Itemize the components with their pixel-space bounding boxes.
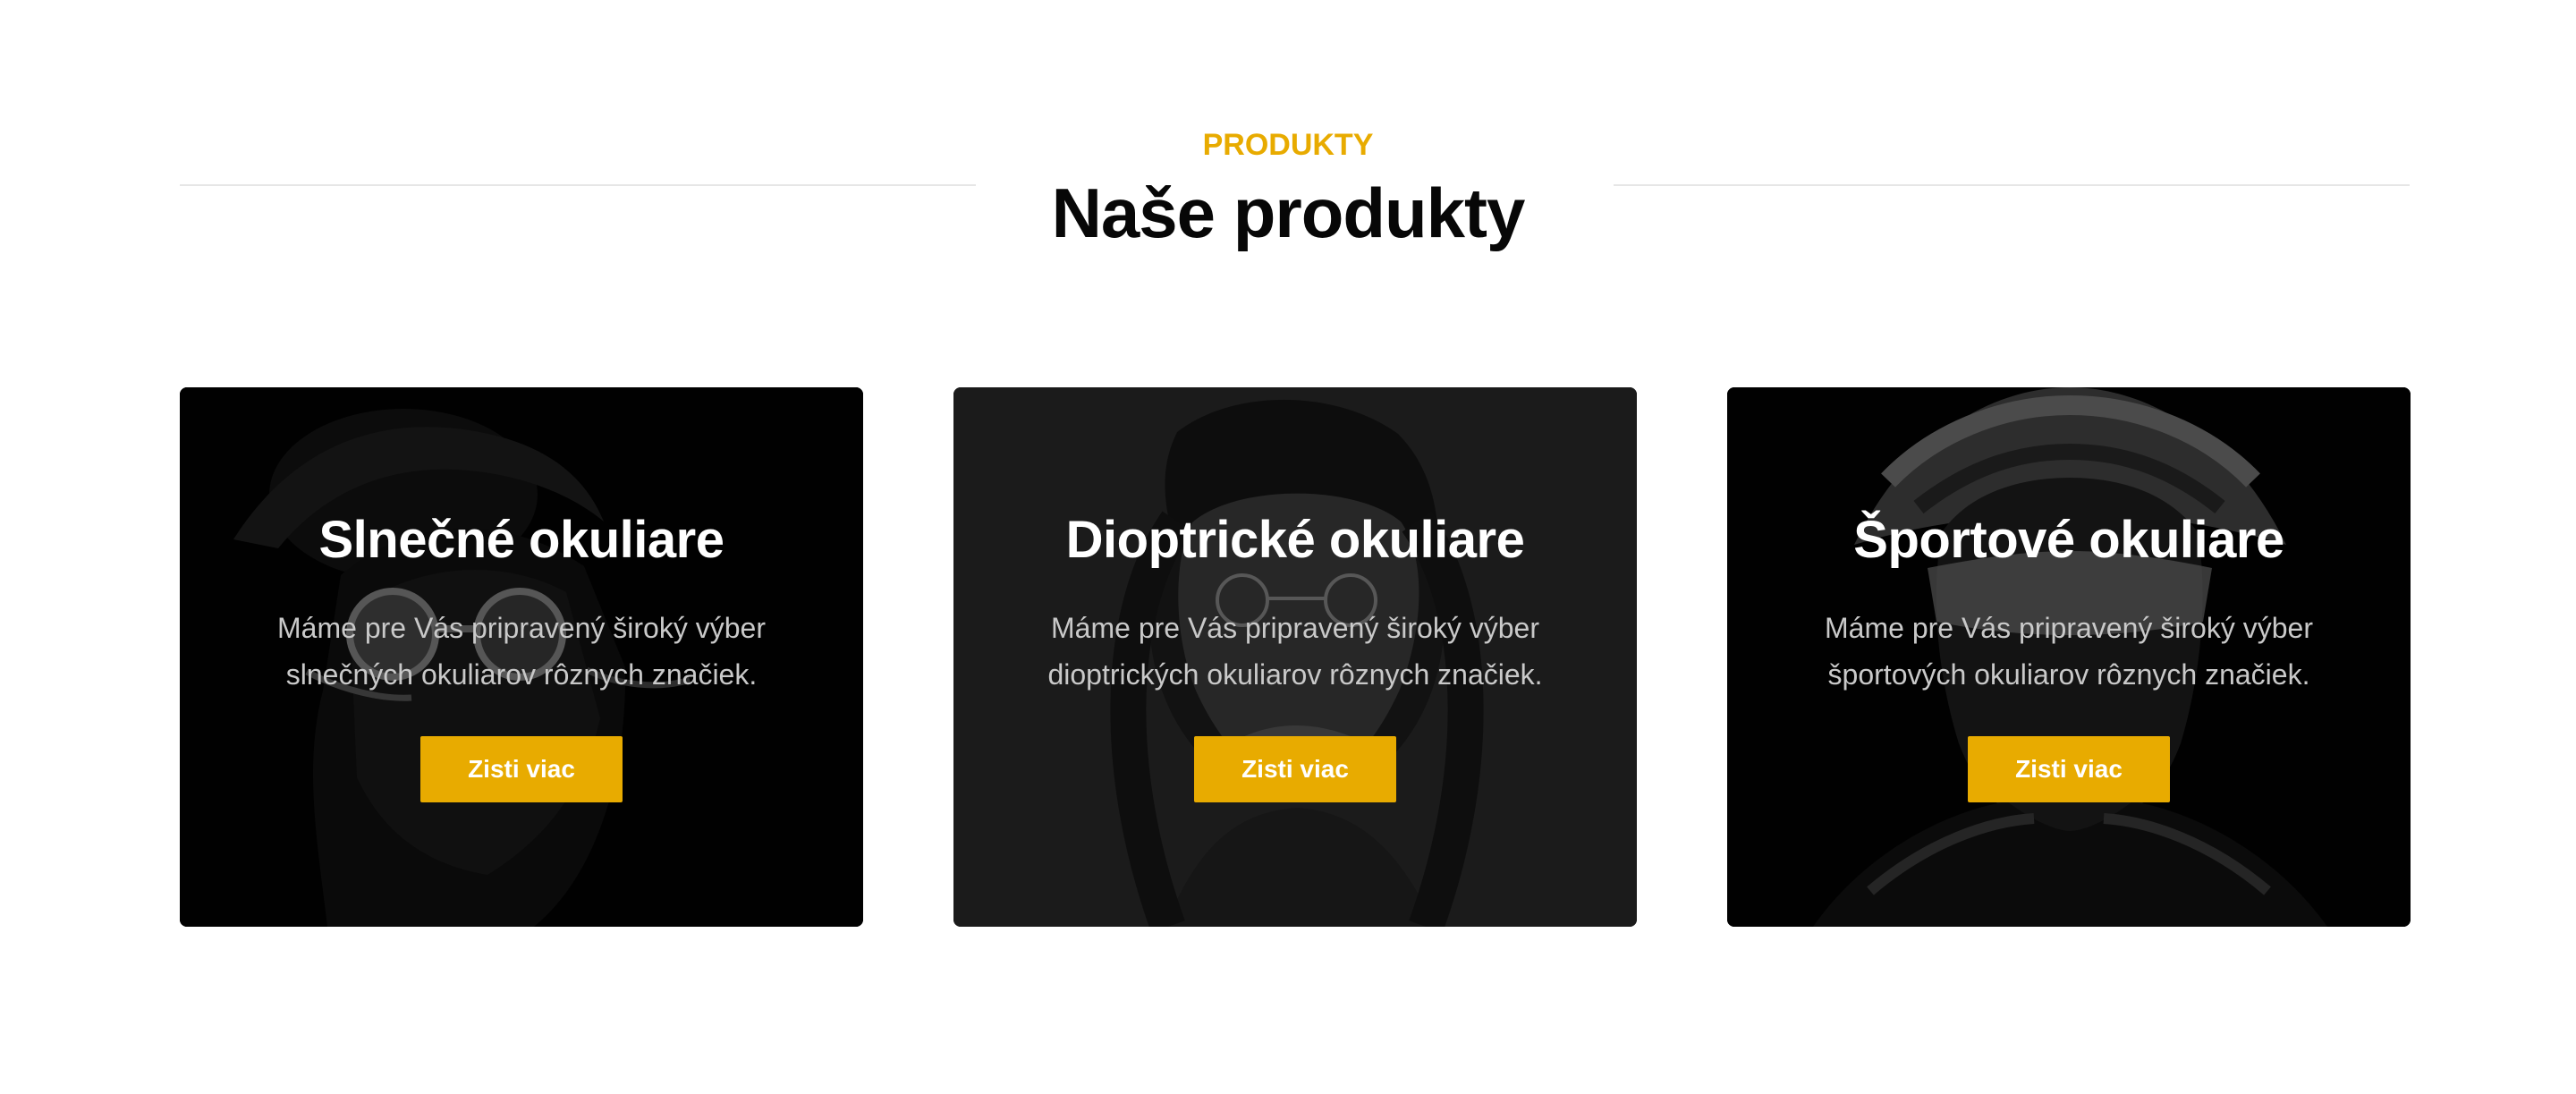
section-title: Naše produkty [1051, 174, 1526, 252]
learn-more-button[interactable]: Zisti viac [1194, 736, 1396, 802]
card-content: Slnečné okuliare Máme pre Vás pripravený… [180, 387, 863, 927]
card-content: Dioptrické okuliare Máme pre Vás priprav… [953, 387, 1637, 927]
card-description: Máme pre Vás pripravený široký výber špo… [1825, 612, 2313, 691]
card-title: Slnečné okuliare [318, 511, 724, 569]
product-card-sport-glasses: Športové okuliare Máme pre Vás pripraven… [1727, 387, 2411, 927]
section-eyebrow: PRODUKTY [1202, 128, 1374, 162]
product-card-prescription-glasses: Dioptrické okuliare Máme pre Vás priprav… [953, 387, 1637, 927]
card-description: Máme pre Vás pripravený široký výber sln… [277, 612, 766, 691]
card-title: Športové okuliare [1853, 511, 2284, 569]
product-card-sunglasses: Slnečné okuliare Máme pre Vás pripravený… [180, 387, 863, 927]
card-description: Máme pre Vás pripravený široký výber dio… [1047, 612, 1543, 691]
products-section: PRODUKTY Naše produkty Slnečné okuliare … [0, 0, 2576, 1094]
learn-more-button[interactable]: Zisti viac [1968, 736, 2170, 802]
card-content: Športové okuliare Máme pre Vás pripraven… [1727, 387, 2411, 927]
card-title: Dioptrické okuliare [1065, 511, 1525, 569]
section-heading: PRODUKTY Naše produkty [0, 125, 2576, 256]
learn-more-button[interactable]: Zisti viac [420, 736, 623, 802]
